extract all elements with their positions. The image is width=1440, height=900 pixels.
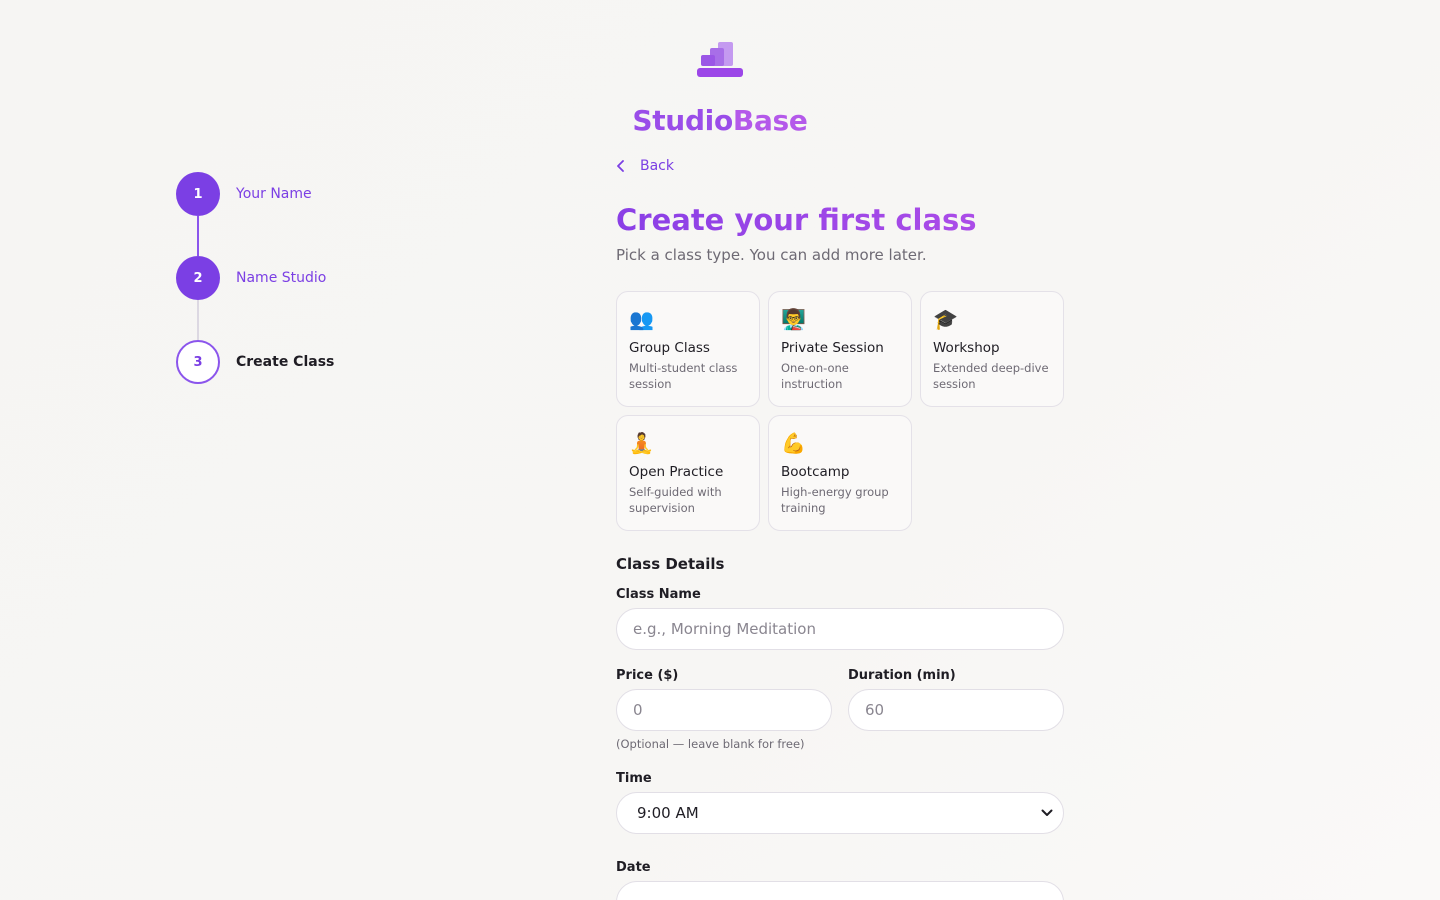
flexed-arm-icon: 💪: [781, 431, 806, 455]
page-title: Create your first class: [616, 200, 1064, 240]
page-subtitle: Pick a class type. You can add more late…: [616, 246, 927, 264]
class-type-grid: 👥 Group Class Multi-student class sessio…: [616, 291, 1064, 531]
back-label: Back: [640, 158, 674, 174]
step-name-studio[interactable]: 2 Name Studio: [176, 256, 436, 300]
step-number: 3: [176, 340, 220, 384]
step-your-name[interactable]: 1 Your Name: [176, 172, 436, 216]
class-type-desc: One-on-one instruction: [781, 361, 849, 391]
chevron-left-icon: [617, 160, 624, 172]
price-input[interactable]: [616, 689, 832, 731]
step-connector: [197, 216, 199, 256]
back-button[interactable]: Back: [616, 156, 1064, 176]
class-name-label: Class Name: [616, 587, 701, 602]
class-type-desc: Self-guided with supervision: [629, 485, 722, 515]
duration-input[interactable]: [848, 689, 1064, 731]
class-type-name: Group Class: [629, 340, 710, 356]
step-label: Your Name: [236, 186, 312, 202]
class-type-name: Private Session: [781, 340, 884, 356]
class-type-open-practice[interactable]: 🧘 Open Practice Self-guided with supervi…: [616, 415, 760, 531]
class-type-name: Workshop: [933, 340, 1000, 356]
class-type-name: Bootcamp: [781, 464, 850, 480]
create-class-form: Back Create your first class Pick a clas…: [616, 156, 1064, 900]
class-details-heading: Class Details: [616, 555, 725, 573]
date-label: Date: [616, 860, 651, 875]
studiobase-logo-icon: [696, 40, 744, 80]
progress-stepper: 1 Your Name 2 Name Studio 3 Create Class: [176, 172, 436, 384]
step-number: 2: [176, 256, 220, 300]
step-label: Create Class: [236, 354, 335, 370]
class-type-desc: High-energy group training: [781, 485, 889, 515]
class-name-input[interactable]: [616, 608, 1064, 650]
class-type-name: Open Practice: [629, 464, 724, 480]
graduation-cap-icon: 🎓: [933, 307, 958, 331]
step-connector: [197, 300, 199, 340]
brand-name-part1: Studio: [632, 104, 733, 137]
class-type-desc: Extended deep-dive session: [933, 361, 1049, 391]
class-type-bootcamp[interactable]: 💪 Bootcamp High-energy group training: [768, 415, 912, 531]
price-hint: (Optional — leave blank for free): [616, 737, 805, 751]
price-label: Price ($): [616, 668, 679, 683]
time-select[interactable]: 9:00 AM: [616, 792, 1064, 834]
class-type-group-class[interactable]: 👥 Group Class Multi-student class sessio…: [616, 291, 760, 407]
step-create-class[interactable]: 3 Create Class: [176, 340, 436, 384]
class-type-private-session[interactable]: 👨‍🏫 Private Session One-on-one instructi…: [768, 291, 912, 407]
step-number: 1: [176, 172, 220, 216]
teacher-icon: 👨‍🏫: [781, 307, 806, 331]
class-type-workshop[interactable]: 🎓 Workshop Extended deep-dive session: [920, 291, 1064, 407]
duration-label: Duration (min): [848, 668, 956, 683]
time-selected-value: 9:00 AM: [637, 804, 699, 822]
brand-name: StudioBase: [0, 104, 1440, 137]
step-label: Name Studio: [236, 270, 327, 286]
chevron-down-icon: [1041, 809, 1053, 816]
time-label: Time: [616, 771, 652, 786]
class-type-desc: Multi-student class session: [629, 361, 738, 391]
brand-name-part2: Base: [732, 104, 808, 137]
group-icon: 👥: [629, 307, 654, 331]
date-input[interactable]: [616, 881, 1064, 900]
meditation-icon: 🧘: [629, 431, 654, 455]
